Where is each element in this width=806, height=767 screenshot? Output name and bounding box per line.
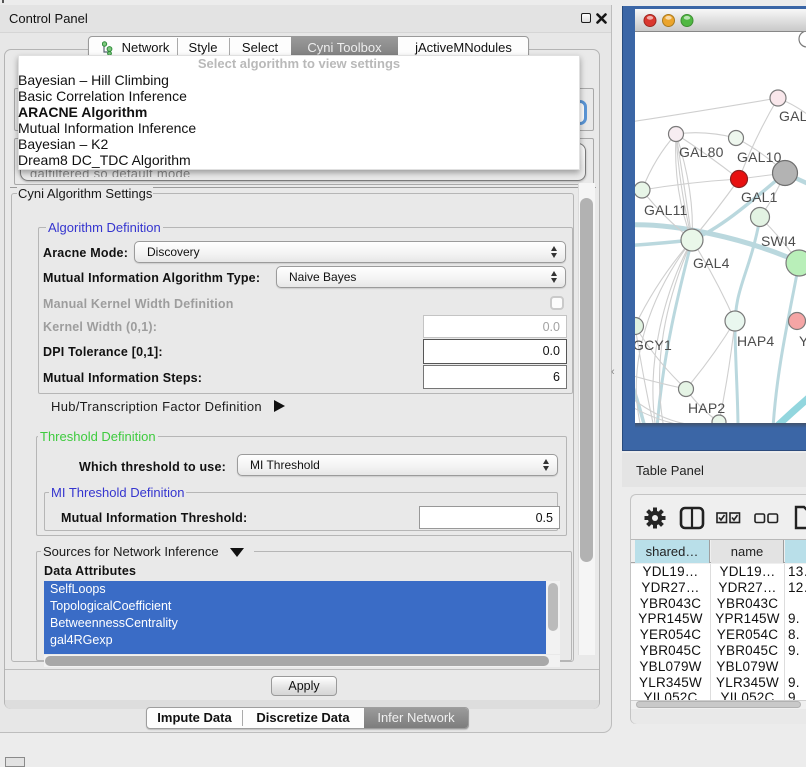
svg-text:GAL80: GAL80 xyxy=(679,144,724,160)
svg-text:GAL1: GAL1 xyxy=(741,189,778,205)
svg-text:HAP4: HAP4 xyxy=(737,333,774,349)
svg-text:GCY1: GCY1 xyxy=(635,337,672,353)
svg-text:GAL4: GAL4 xyxy=(693,255,730,271)
svg-text:SWI4: SWI4 xyxy=(761,233,796,249)
svg-text:GAL11: GAL11 xyxy=(644,202,688,218)
svg-text:Y: Y xyxy=(799,333,806,349)
svg-text:GAL10: GAL10 xyxy=(737,149,782,165)
svg-text:GAL7: GAL7 xyxy=(779,108,806,124)
svg-text:HAP2: HAP2 xyxy=(688,400,725,416)
